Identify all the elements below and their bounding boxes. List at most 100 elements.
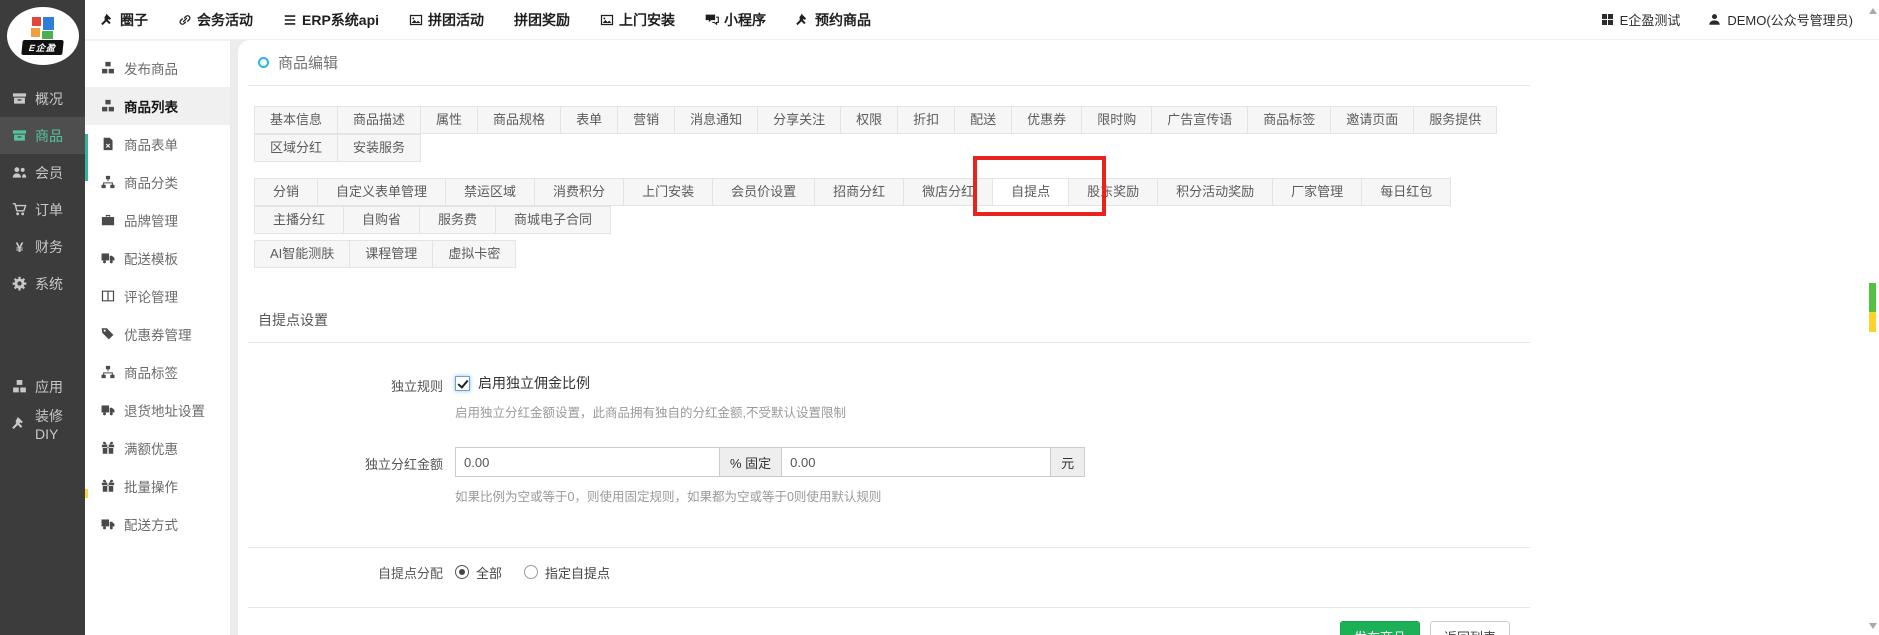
- logo-mosaic-icon: [30, 17, 56, 39]
- tab-permissions[interactable]: 权限: [840, 106, 898, 134]
- tab-discount[interactable]: 折扣: [897, 106, 955, 134]
- sidebar-item-goods[interactable]: 商品: [0, 117, 85, 154]
- shop-switcher[interactable]: E企盈测试: [1601, 10, 1681, 29]
- tab-description[interactable]: 商品描述: [337, 106, 421, 134]
- tab-delivery[interactable]: 配送: [954, 106, 1012, 134]
- submenu-item-full-discount[interactable]: 满额优惠: [85, 429, 230, 467]
- enable-commission-checkbox-row: 启用独立佣金比例: [455, 369, 1530, 393]
- assign-option-specify[interactable]: 指定自提点: [524, 563, 610, 582]
- submenu-item-batch-operate[interactable]: 批量操作: [85, 467, 230, 505]
- percent-fixed-addon[interactable]: % 固定: [719, 447, 782, 477]
- topnav-label: ERP系统api: [302, 10, 379, 30]
- sidebar-item-label: 订单: [35, 200, 63, 220]
- tab-custom-form-manage[interactable]: 自定义表单管理: [317, 178, 446, 206]
- tab-form[interactable]: 表单: [560, 106, 618, 134]
- main-sidebar: E企盈 概况 商品 会员 订单 ¥ 财务: [0, 0, 85, 635]
- radio-all[interactable]: [455, 565, 469, 579]
- topnav-item-group-buy[interactable]: 拼团活动: [409, 10, 484, 30]
- topnav-item-group-reward[interactable]: 拼团奖励: [514, 10, 570, 30]
- submenu-item-delivery-method[interactable]: 配送方式: [85, 505, 230, 543]
- sidebar-item-apps[interactable]: 应用: [0, 368, 85, 405]
- topnav-item-conference[interactable]: 会务活动: [178, 10, 253, 30]
- scrollbar-thumb[interactable]: [1869, 283, 1876, 312]
- topnav-item-reserve-goods[interactable]: 预约商品: [796, 10, 871, 30]
- user-menu[interactable]: DEMO(公众号管理员): [1708, 10, 1853, 29]
- topnav-item-mini-program[interactable]: 小程序: [705, 10, 766, 30]
- tab-virtual-card[interactable]: 虚拟卡密: [432, 240, 516, 268]
- sidebar-item-overview[interactable]: 概况: [0, 80, 85, 117]
- topnav-item-erp-api[interactable]: ERP系统api: [283, 10, 379, 30]
- sidebar-item-decorate-diy[interactable]: 装修DIY: [0, 405, 85, 442]
- sidebar-item-members[interactable]: 会员: [0, 154, 85, 191]
- tab-ad-slogan[interactable]: 广告宣传语: [1151, 106, 1248, 134]
- scroll-up-arrow-icon[interactable]: [1869, 8, 1877, 14]
- tab-marketing[interactable]: 营销: [617, 106, 675, 134]
- submenu-label: 配送方式: [124, 514, 178, 534]
- tab-self-purchase-save[interactable]: 自购省: [343, 206, 420, 234]
- tab-service-provide[interactable]: 服务提供: [1413, 106, 1497, 134]
- app-logo[interactable]: E企盈: [0, 0, 85, 72]
- tab-self-pickup[interactable]: 自提点: [992, 178, 1069, 206]
- tab-notifications[interactable]: 消息通知: [674, 106, 758, 134]
- submenu-item-brand-manage[interactable]: 品牌管理: [85, 201, 230, 239]
- tab-ai-skin-test[interactable]: AI智能测肤: [254, 240, 350, 268]
- tab-anchor-dividend[interactable]: 主播分红: [254, 206, 344, 234]
- scroll-down-arrow-icon[interactable]: [1869, 623, 1877, 629]
- independent-rule-label: 独立规则: [248, 369, 455, 421]
- assign-option-all[interactable]: 全部: [455, 563, 502, 582]
- submenu-item-delivery-template[interactable]: 配送模板: [85, 239, 230, 277]
- radio-specify[interactable]: [524, 565, 538, 579]
- tab-door-install[interactable]: 上门安装: [623, 178, 713, 206]
- sidebar-item-orders[interactable]: 订单: [0, 191, 85, 228]
- tab-daily-redpacket[interactable]: 每日红包: [1361, 178, 1451, 206]
- body-row: 发布商品 商品列表 商品表单 商品分类 品牌管理: [85, 40, 1879, 635]
- submenu-item-goods-form[interactable]: 商品表单: [85, 125, 230, 163]
- tab-mall-e-contract[interactable]: 商城电子合同: [495, 206, 611, 234]
- topnav-item-door-install[interactable]: 上门安装: [600, 10, 675, 30]
- submenu-item-publish-goods[interactable]: 发布商品: [85, 49, 230, 87]
- submenu-item-goods-tags[interactable]: 商品标签: [85, 353, 230, 391]
- circle-icon: [258, 57, 269, 68]
- dividend-percent-input[interactable]: [455, 447, 720, 477]
- tab-share-follow[interactable]: 分享关注: [757, 106, 841, 134]
- tab-basic-info[interactable]: 基本信息: [254, 106, 338, 134]
- submenu-item-goods-category[interactable]: 商品分类: [85, 163, 230, 201]
- back-to-list-button[interactable]: 返回列表: [1430, 621, 1510, 635]
- submenu-item-return-address[interactable]: 退货地址设置: [85, 391, 230, 429]
- tab-consume-points[interactable]: 消费积分: [534, 178, 624, 206]
- tab-specs[interactable]: 商品规格: [477, 106, 561, 134]
- enable-commission-checkbox[interactable]: [455, 376, 470, 391]
- tab-flash-sale[interactable]: 限时购: [1081, 106, 1152, 134]
- sidebar-item-label: 装修DIY: [35, 406, 85, 442]
- publish-goods-button[interactable]: 发布商品: [1340, 621, 1420, 635]
- submenu-item-comment-manage[interactable]: 评论管理: [85, 277, 230, 315]
- dividend-fixed-input[interactable]: [781, 447, 1051, 477]
- cubes-icon: [101, 61, 115, 75]
- independent-rule-help: 启用独立分红金额设置，此商品拥有独自的分红金额,不受默认设置限制: [455, 402, 1530, 421]
- tab-course-manage[interactable]: 课程管理: [349, 240, 433, 268]
- scrollbar-track[interactable]: [1866, 0, 1879, 635]
- tab-region-dividend[interactable]: 区域分红: [254, 134, 338, 162]
- topnav-label: 圈子: [120, 10, 148, 30]
- tab-install-service[interactable]: 安装服务: [337, 134, 421, 162]
- submenu-item-coupon-manage[interactable]: 优惠券管理: [85, 315, 230, 353]
- tab-distribution[interactable]: 分销: [254, 178, 318, 206]
- tab-invite-page[interactable]: 邀请页面: [1330, 106, 1414, 134]
- submenu-item-goods-list[interactable]: 商品列表: [85, 87, 230, 125]
- tab-shareholder-reward[interactable]: 股东奖励: [1068, 178, 1158, 206]
- tab-goods-tags[interactable]: 商品标签: [1247, 106, 1331, 134]
- tab-points-activity-reward[interactable]: 积分活动奖励: [1157, 178, 1273, 206]
- topnav-item-circle[interactable]: 圈子: [101, 10, 148, 30]
- tab-weidian-dividend[interactable]: 微店分红: [903, 178, 993, 206]
- tab-banned-region[interactable]: 禁运区域: [445, 178, 535, 206]
- tab-attributes[interactable]: 属性: [420, 106, 478, 134]
- tab-factory-manage[interactable]: 厂家管理: [1272, 178, 1362, 206]
- sidebar-item-finance[interactable]: ¥ 财务: [0, 228, 85, 265]
- tab-merchant-dividend[interactable]: 招商分红: [814, 178, 904, 206]
- tab-member-price[interactable]: 会员价设置: [712, 178, 815, 206]
- tab-service-fee[interactable]: 服务费: [419, 206, 496, 234]
- yuan-unit-addon: 元: [1050, 447, 1085, 477]
- sidebar-item-system[interactable]: 系统: [0, 265, 85, 302]
- topnav-label: 小程序: [724, 10, 766, 30]
- tab-coupon[interactable]: 优惠券: [1011, 106, 1082, 134]
